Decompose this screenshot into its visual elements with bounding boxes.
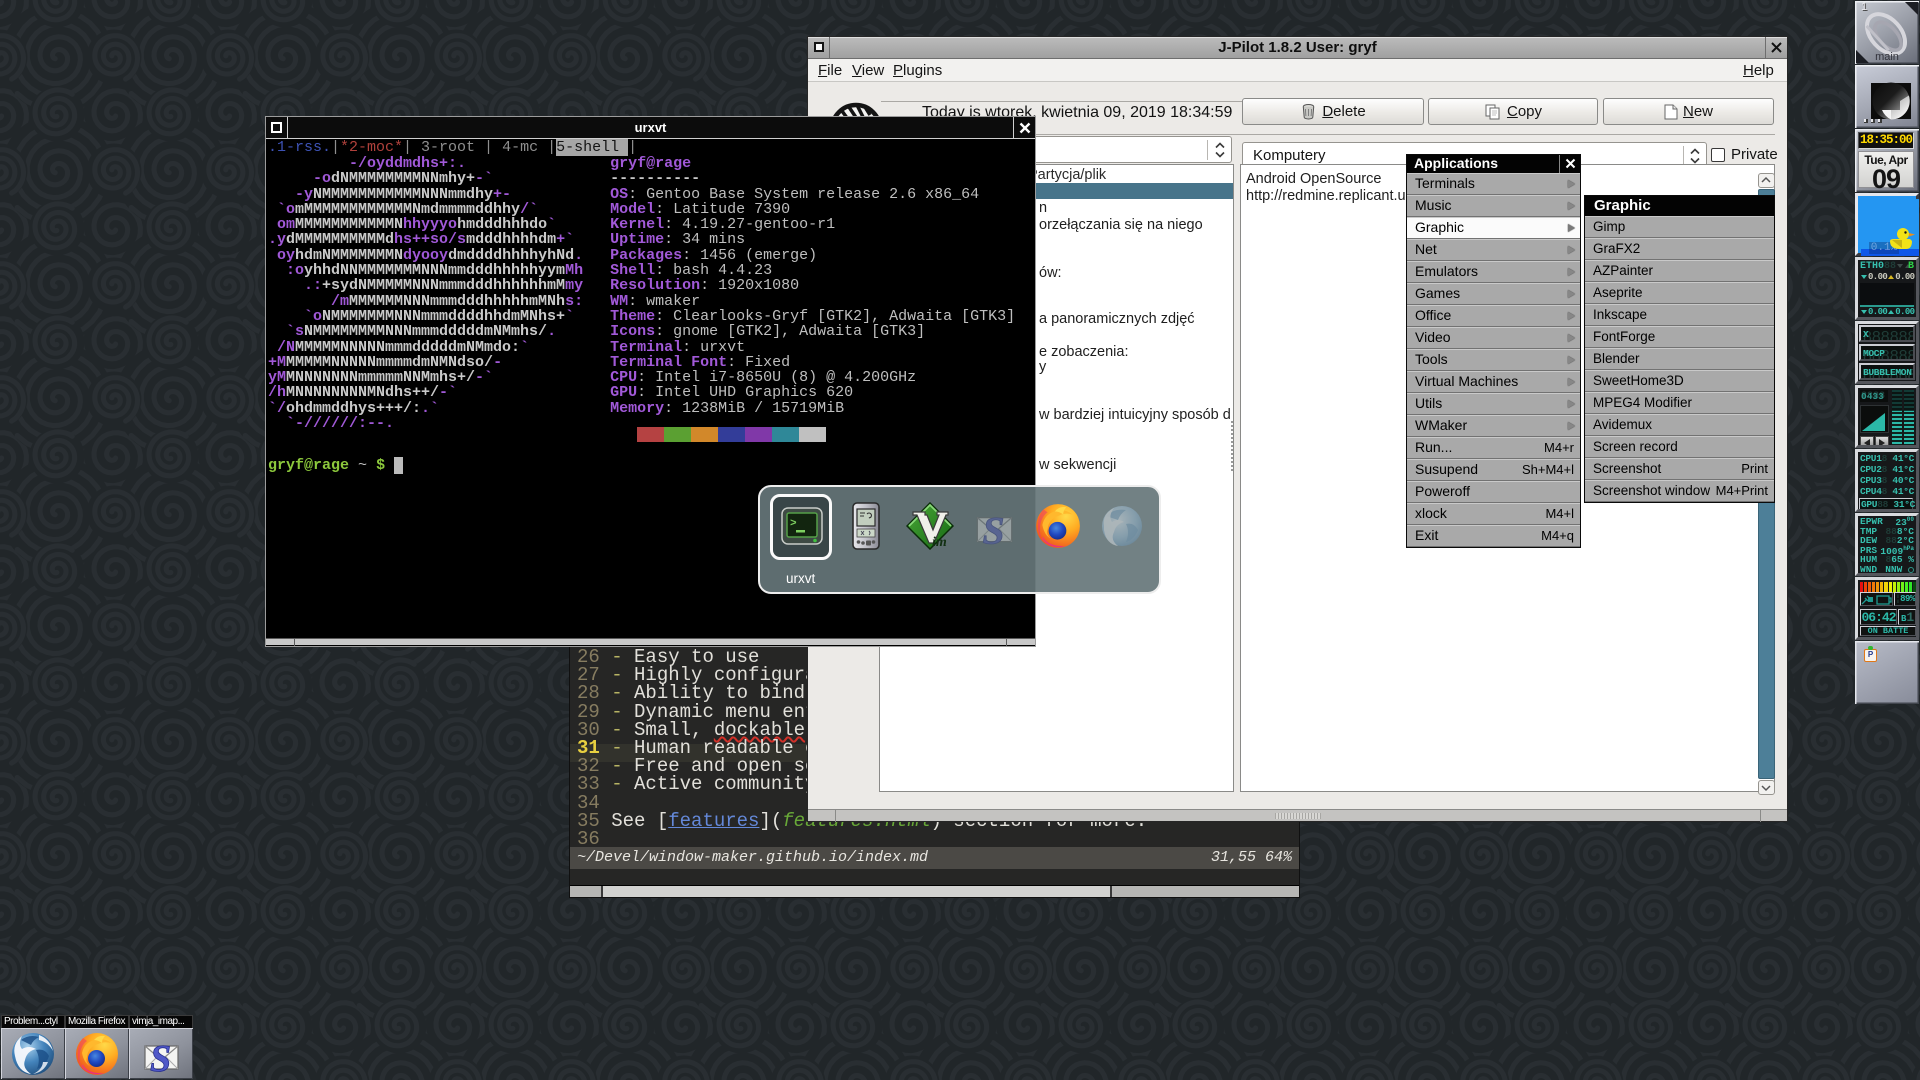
svg-text:im: im — [932, 535, 947, 550]
svg-text:>: > — [790, 518, 797, 530]
svg-text:S: S — [983, 509, 1005, 550]
svg-text:S: S — [150, 1038, 171, 1077]
